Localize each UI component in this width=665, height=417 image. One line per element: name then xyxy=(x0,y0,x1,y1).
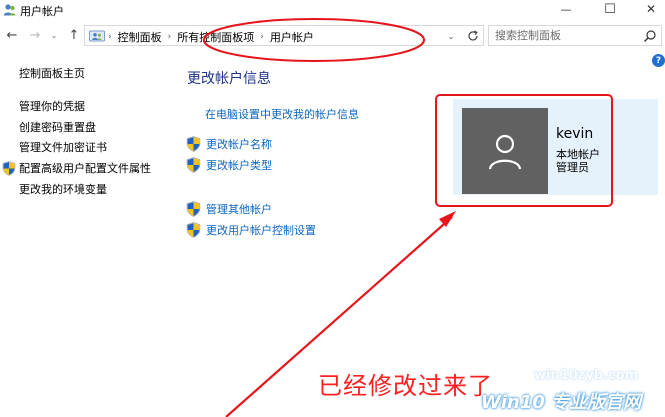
uac-shield-icon xyxy=(186,222,201,238)
watermark-site-name: Win10 专业版官网 xyxy=(481,392,642,413)
uac-shield-icon xyxy=(186,201,201,217)
navigation-bar: ← → ⌄ ↑ › 控制面板 › 所有控制面板项 › 用户帐户 ⌄ xyxy=(0,24,665,48)
annotation-overlay xyxy=(203,18,613,417)
minimize-icon: — xyxy=(560,2,572,16)
annotation-arrow-head xyxy=(439,211,456,227)
sidebar-task-list: 管理你的凭据 创建密码重置盘 管理文件加密证书 配置高级用户配置文件属性 更改我… xyxy=(2,96,151,199)
task-label: 更改用户帐户控制设置 xyxy=(206,224,316,237)
refresh-icon xyxy=(468,30,478,41)
sidebar-item-label: 创建密码重置盘 xyxy=(19,120,96,134)
user-accounts-icon xyxy=(89,30,105,42)
breadcrumb-user-accounts[interactable]: 用户帐户 xyxy=(270,29,314,45)
refresh-button[interactable] xyxy=(464,27,482,45)
recent-locations-button[interactable]: ⌄ xyxy=(49,27,59,43)
minimize-button[interactable]: — xyxy=(551,0,581,18)
close-button[interactable]: ✕ xyxy=(636,0,665,18)
sidebar-item-manage-credentials[interactable]: 管理你的凭据 xyxy=(19,96,151,117)
user-icon xyxy=(488,134,522,170)
user-accounts-icon xyxy=(3,4,16,16)
help-button[interactable]: ? xyxy=(652,54,665,67)
pc-settings-link[interactable]: 在电脑设置中更改我的帐户信息 xyxy=(205,106,359,122)
annotation-caption: 已经修改过来了 xyxy=(318,372,493,400)
breadcrumb-all-items[interactable]: 所有控制面板项 xyxy=(177,29,254,45)
breadcrumb-separator-icon: › xyxy=(108,32,112,42)
window-title: 用户帐户 xyxy=(20,5,64,18)
uac-shield-icon xyxy=(2,160,16,176)
address-dropdown-button[interactable]: ⌄ xyxy=(444,28,458,44)
sidebar-item-environment-variables[interactable]: 更改我的环境变量 xyxy=(19,178,151,199)
search-box[interactable] xyxy=(488,25,662,46)
account-name: kevin xyxy=(556,126,594,142)
change-account-type-link[interactable]: 更改帐户类型 xyxy=(186,157,272,173)
task-label: 更改帐户名称 xyxy=(206,138,272,151)
forward-arrow-icon: → xyxy=(29,27,41,43)
sidebar-home-link[interactable]: 控制面板主页 xyxy=(19,65,85,81)
chevron-down-icon: ⌄ xyxy=(447,31,455,41)
close-icon: ✕ xyxy=(645,2,657,16)
manage-other-accounts-link[interactable]: 管理其他帐户 xyxy=(186,201,272,217)
sidebar-item-label: 管理文件加密证书 xyxy=(19,141,107,155)
avatar xyxy=(462,108,548,194)
up-arrow-icon: ↑ xyxy=(68,27,80,43)
back-arrow-icon: ← xyxy=(6,27,18,43)
breadcrumb-control-panel[interactable]: 控制面板 xyxy=(118,29,162,45)
title-bar: 用户帐户 — ☐ ✕ xyxy=(0,0,665,22)
maximize-icon: ☐ xyxy=(604,1,616,17)
up-button[interactable]: ↑ xyxy=(66,27,82,43)
chevron-down-icon: ⌄ xyxy=(50,30,58,40)
change-account-name-link[interactable]: 更改帐户名称 xyxy=(186,136,272,152)
back-button[interactable]: ← xyxy=(4,27,20,43)
sidebar-item-label: 管理你的凭据 xyxy=(19,100,85,114)
sidebar-item-label: 更改我的环境变量 xyxy=(19,182,107,196)
change-uac-settings-link[interactable]: 更改用户帐户控制设置 xyxy=(186,222,316,238)
sidebar-item-advanced-profile-properties[interactable]: 配置高级用户配置文件属性 xyxy=(2,158,151,179)
page-title: 更改帐户信息 xyxy=(187,71,271,87)
sidebar-item-label: 配置高级用户配置文件属性 xyxy=(19,162,151,176)
maximize-button[interactable]: ☐ xyxy=(595,0,625,18)
breadcrumb-separator-icon[interactable]: › xyxy=(168,32,172,42)
search-input[interactable] xyxy=(495,29,635,42)
task-label: 管理其他帐户 xyxy=(206,203,272,216)
task-label: 更改帐户类型 xyxy=(206,159,272,172)
sidebar-item-file-encryption-certificates[interactable]: 管理文件加密证书 xyxy=(19,137,151,158)
sidebar-item-password-reset-disk[interactable]: 创建密码重置盘 xyxy=(19,117,151,138)
uac-shield-icon xyxy=(186,136,201,152)
account-role: 管理员 xyxy=(556,161,589,174)
breadcrumb-separator-icon[interactable]: › xyxy=(260,32,264,42)
address-bar[interactable]: › 控制面板 › 所有控制面板项 › 用户帐户 ⌄ xyxy=(84,25,484,46)
forward-button[interactable]: → xyxy=(27,27,43,43)
help-icon: ? xyxy=(655,55,662,66)
breadcrumb: › 控制面板 › 所有控制面板项 › 用户帐户 xyxy=(108,29,314,45)
search-icon xyxy=(644,30,656,42)
watermark-url: win10zyb.com xyxy=(534,368,639,383)
uac-shield-icon xyxy=(186,157,201,173)
